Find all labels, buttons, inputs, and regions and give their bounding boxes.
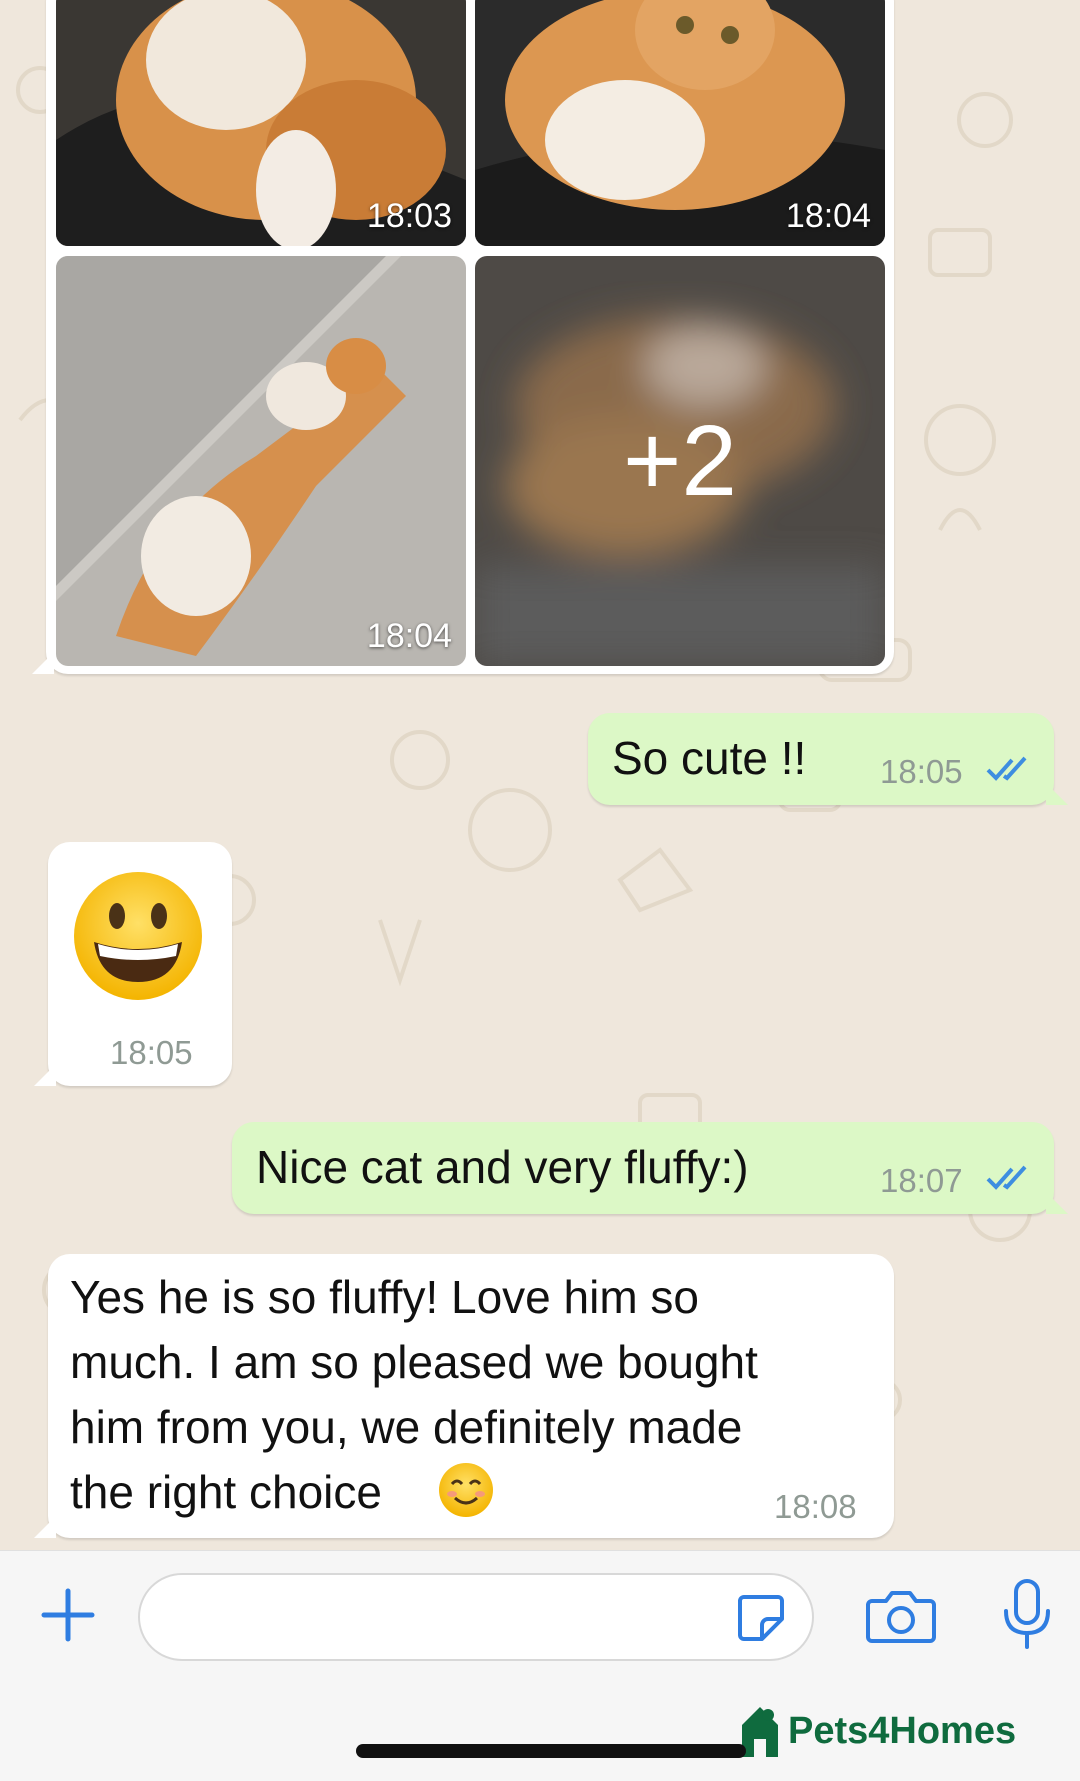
home-indicator[interactable] (356, 1744, 746, 1758)
message-time: 18:05 (880, 753, 963, 790)
microphone-icon[interactable] (1002, 1579, 1052, 1651)
message-time: 18:08 (774, 1488, 857, 1525)
read-ticks-icon (986, 1165, 1027, 1190)
watermark-text: Pets4Homes (788, 1709, 1017, 1752)
message-line: much. I am so pleased we bought (70, 1336, 758, 1388)
pets4homes-watermark: Pets4Homes (738, 1701, 1016, 1761)
message-text: Nice cat and very fluffy:) (256, 1141, 749, 1193)
plus-icon[interactable] (40, 1587, 96, 1643)
photo-2-time: 18:04 (785, 197, 871, 235)
message-line: the right choice (70, 1466, 382, 1518)
message-bubble-incoming[interactable]: Yes he is so fluffy! Love him so much. I… (34, 1254, 894, 1538)
photo-2[interactable]: 18:04 (475, 0, 885, 246)
message-input[interactable] (138, 1573, 814, 1661)
message-input-bar: Pets4Homes (0, 1550, 1080, 1781)
photo-3[interactable]: 18:04 (56, 256, 466, 666)
grinning-face-emoji (74, 872, 202, 1000)
sticker-icon[interactable] (736, 1593, 786, 1643)
photo-3-time: 18:04 (366, 617, 452, 655)
message-bubble-outgoing[interactable]: Nice cat and very fluffy:) 18:07 (232, 1122, 1068, 1214)
message-time: 18:07 (880, 1162, 963, 1199)
cat-photo-image (56, 256, 466, 666)
message-line: Yes he is so fluffy! Love him so (70, 1271, 700, 1323)
message-bubble-outgoing[interactable]: So cute !! 18:05 (588, 713, 1068, 805)
photo-1-time: 18:03 (366, 197, 452, 235)
message-line: him from you, we definitely made (70, 1401, 743, 1453)
message-bubble-incoming[interactable]: 18:05 (34, 842, 232, 1086)
photo-1[interactable]: 18:03 (56, 0, 466, 246)
message-text: So cute !! (612, 732, 807, 784)
smiling-face-emoji (439, 1463, 493, 1517)
message-time: 18:05 (110, 1034, 193, 1071)
more-photos-count: +2 (622, 404, 737, 517)
photo-4-more[interactable]: +2 (475, 256, 885, 666)
read-ticks-icon (986, 756, 1027, 781)
camera-icon[interactable] (866, 1587, 936, 1645)
